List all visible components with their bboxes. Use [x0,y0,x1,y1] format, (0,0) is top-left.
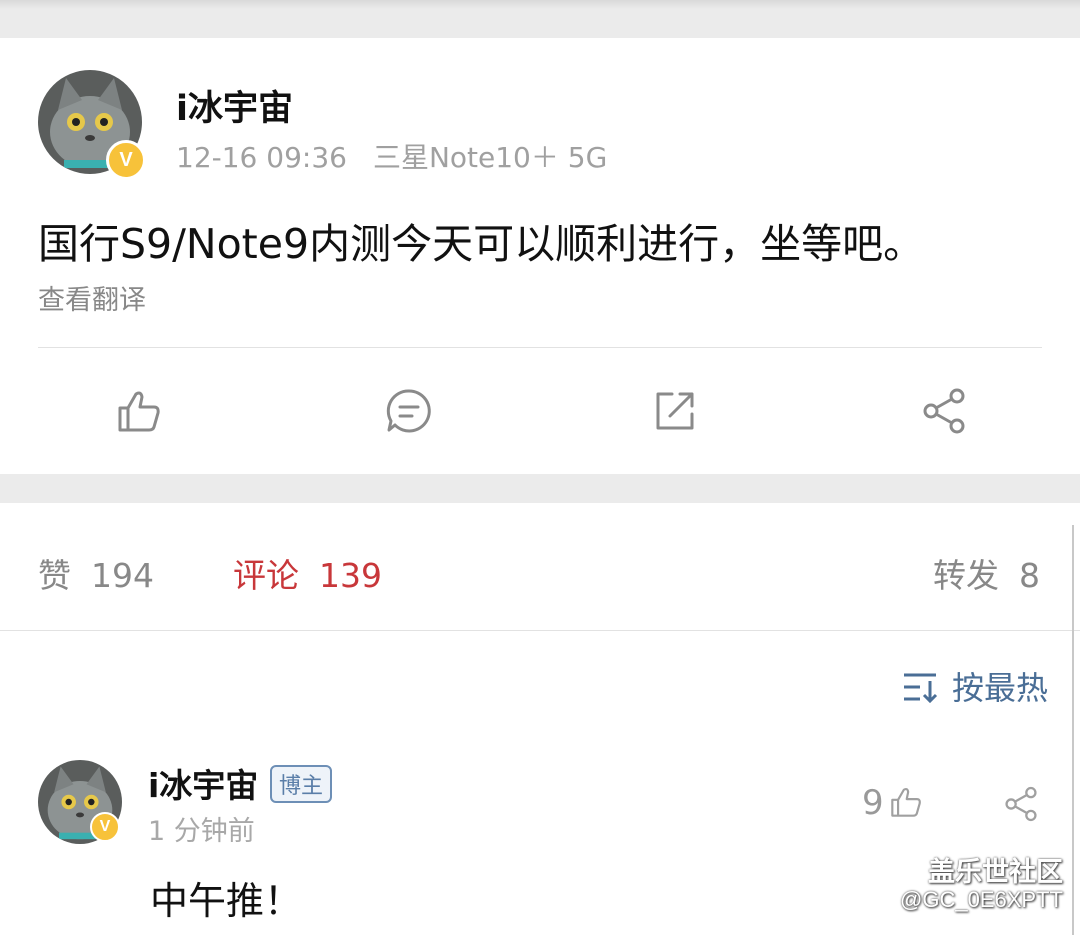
tab-reposts[interactable]: 转发 8 [933,549,1040,597]
watermark-handle: @GC_0E6XPTT [900,887,1063,912]
share-button[interactable] [919,386,969,436]
comment-share-button[interactable] [1002,785,1040,827]
comment-text: 中午推！ [150,879,303,923]
blogger-tag: 博主 [270,765,333,803]
watermark-title: 盖乐世社区 [928,857,1063,888]
comment-button[interactable] [384,386,434,436]
tab-likes[interactable]: 赞 194 [38,549,154,597]
comment-author-name[interactable]: i冰宇宙 [148,759,258,807]
comments-count: 139 [319,556,382,595]
reposts-label: 转发 [933,556,999,595]
like-icon [890,787,921,817]
post-device: 三星Note10＋ 5G [372,141,608,174]
likes-label: 赞 [38,556,71,595]
like-icon [118,391,160,432]
translate-link[interactable]: 查看翻译 [38,278,146,317]
top-gap [0,0,1080,38]
share-icon [1005,786,1037,822]
post-time: 12-16 09:36 [176,141,347,174]
sort-icon [903,673,938,704]
repost-button[interactable] [650,386,700,436]
sort-label: 按最热 [951,669,1048,707]
post-content: 国行S9/Note9内测今天可以顺利进行，坐等吧。 [38,220,925,268]
verified-badge: V [90,812,120,842]
comment-time: 1 分钟前 [148,816,255,847]
comments-panel: 赞 194 评论 139 转发 8 按最热 V i冰宇宙 博主 1 分钟前 中午推！ [0,503,1080,935]
reposts-count: 8 [1019,556,1040,595]
comments-label: 评论 [233,556,299,595]
share-icon [923,388,965,434]
scrollbar[interactable] [1072,525,1080,935]
divider [38,347,1042,348]
comment-like-button[interactable]: 9 [862,783,924,823]
comment-icon [386,389,431,433]
like-button[interactable] [114,386,164,436]
likes-count: 194 [91,556,154,595]
post-author-name[interactable]: i冰宇宙 [176,80,293,131]
repost-icon [656,392,694,430]
post-meta: 12-16 09:36 三星Note10＋ 5G [176,136,607,176]
divider [0,630,1080,631]
comment-like-count: 9 [862,783,884,823]
verified-badge: V [106,140,146,180]
tab-comments[interactable]: 评论 139 [233,549,382,597]
sort-button[interactable]: 按最热 [902,663,1048,709]
weibo-post-card: V i冰宇宙 12-16 09:36 三星Note10＋ 5G 国行S9/Note… [0,38,1080,474]
